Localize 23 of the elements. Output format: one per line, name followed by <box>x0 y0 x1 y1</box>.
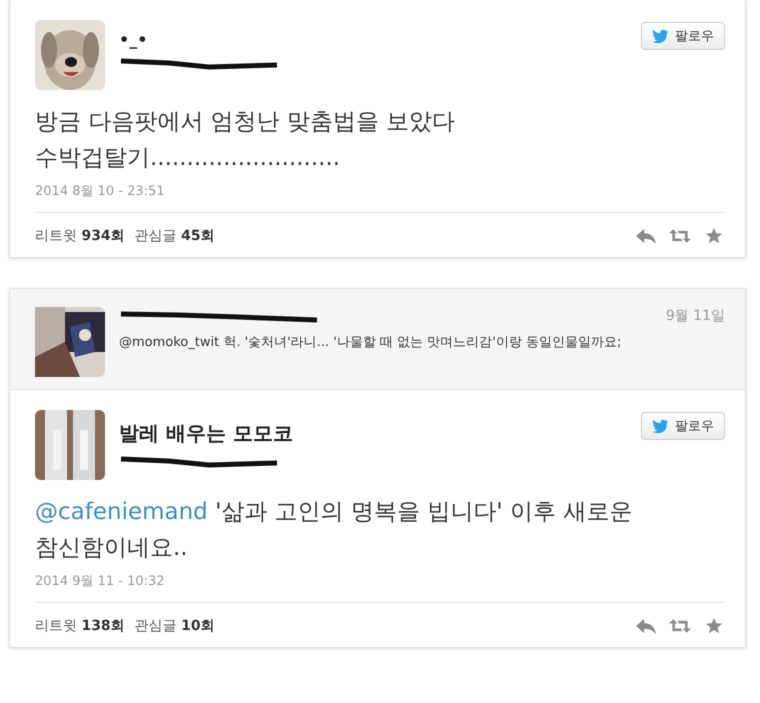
retweet-icon[interactable] <box>669 617 691 635</box>
tweet-text: 방금 다음팟에서 엄청난 맞춤법을 보았다 수박겁탈기.......................... <box>35 108 456 173</box>
user-name: 발레 배우는 모모코 <box>119 420 294 447</box>
stat-count: 리트윗 138회 <box>35 617 125 635</box>
stat-count: 관심글 45회 <box>134 227 215 245</box>
stat-count: 리트윗 934회 <box>35 227 125 245</box>
reply-icon[interactable] <box>635 617 657 635</box>
follow-button[interactable]: 팔로우 <box>641 412 725 440</box>
tweet-text: @cafeniemand '삶과 고인의 명복을 빕니다' 이후 새로운 참신함이네요.. <box>35 498 634 563</box>
user-name: •_• <box>119 30 148 49</box>
bird-icon <box>652 29 669 43</box>
tweet-date: 9월 11일 <box>666 307 725 325</box>
mention-link[interactable]: @cafeniemand <box>35 499 208 525</box>
reply-icon[interactable] <box>635 227 657 245</box>
reply-text: @momoko_twit 헉. '숯처녀'라니... '나물할 때 없는 맛며느리감'이랑 동일인물일까요; <box>119 334 622 352</box>
star-icon[interactable] <box>703 227 725 245</box>
star-icon[interactable] <box>703 617 725 635</box>
tweet-timestamp: 2014 9월 11 - 10:32 <box>35 572 725 603</box>
bird-icon <box>652 419 669 433</box>
stat-count: 관심글 10회 <box>134 617 215 635</box>
retweet-icon[interactable] <box>669 227 691 245</box>
tweet-timestamp: 2014 8월 10 - 23:51 <box>35 182 725 213</box>
follow-button[interactable]: 팔로우 <box>641 22 725 50</box>
